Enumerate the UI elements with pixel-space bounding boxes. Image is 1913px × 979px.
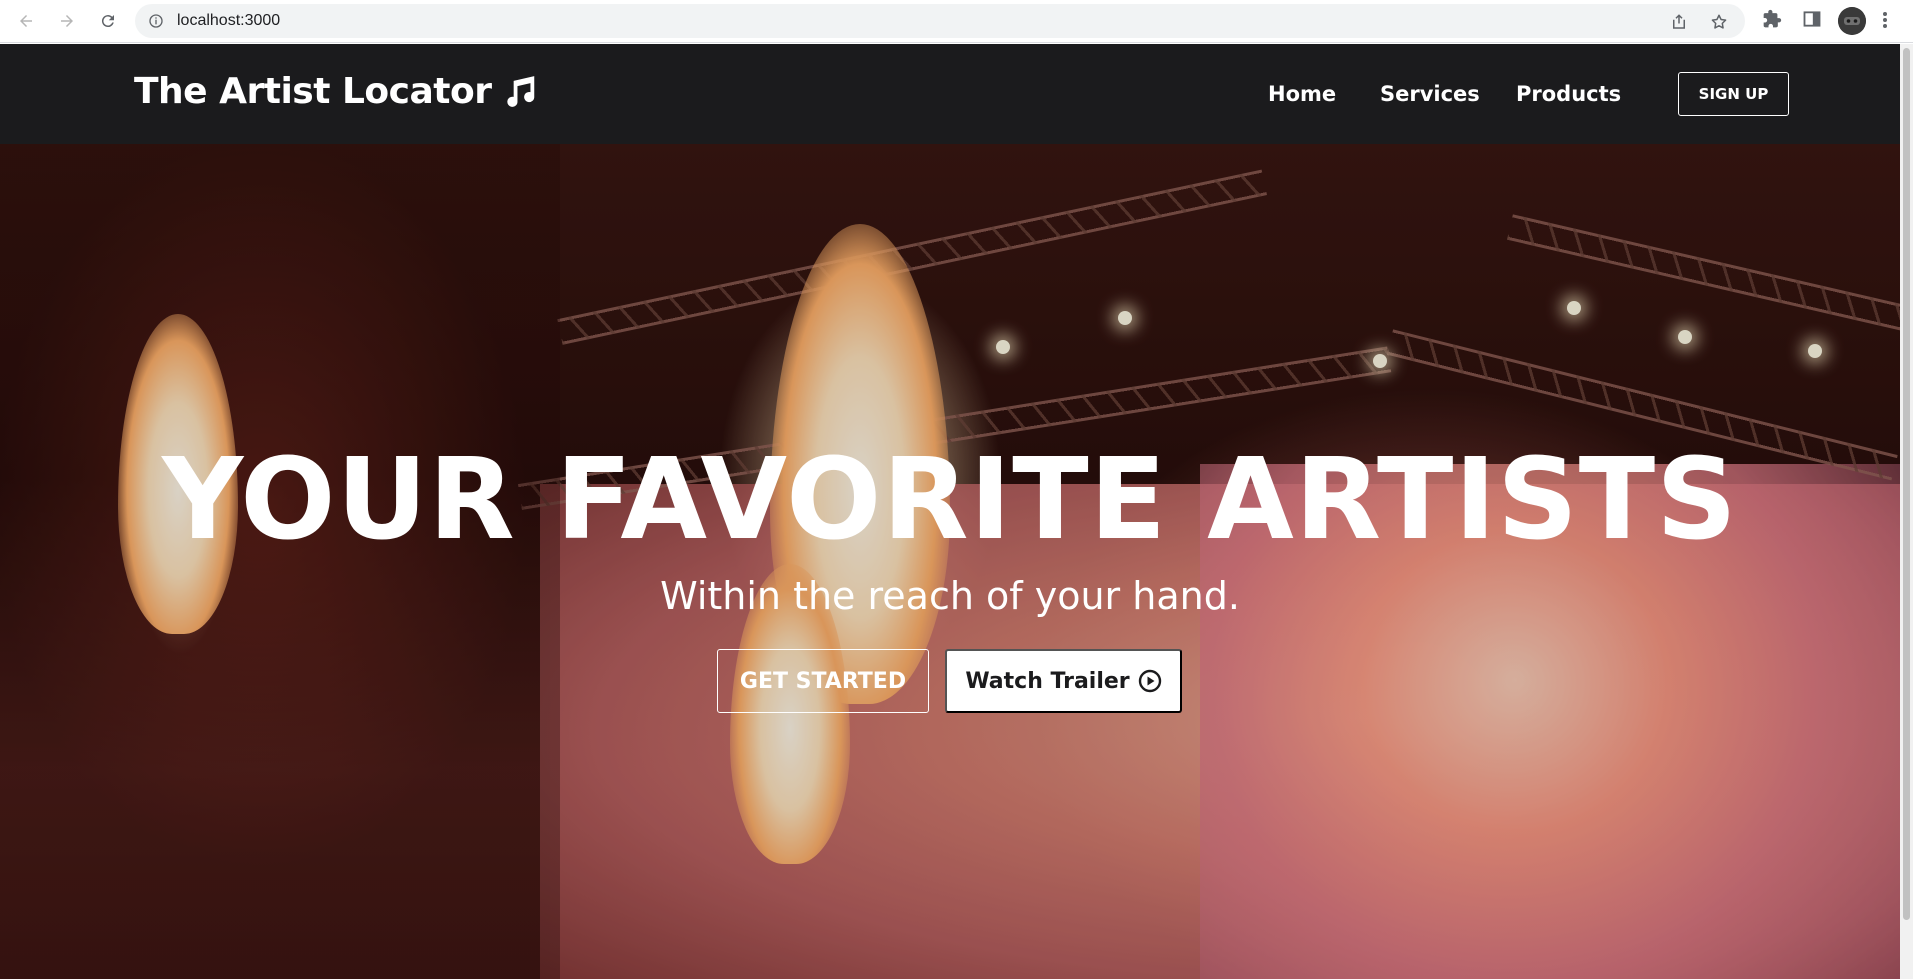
share-icon[interactable] [1670,13,1688,31]
nav-link-services[interactable]: Services [1380,82,1480,106]
page-viewport: The Artist Locator Home Services Product… [0,44,1900,979]
get-started-button[interactable]: GET STARTED [717,649,929,713]
watch-trailer-label: Watch Trailer [965,668,1130,694]
info-icon[interactable] [148,13,164,29]
kebab-menu-icon[interactable] [1882,10,1888,30]
site-navbar: The Artist Locator Home Services Product… [0,44,1900,144]
puzzle-icon[interactable] [1762,9,1782,29]
scrollbar-thumb[interactable] [1903,48,1910,920]
forward-button[interactable] [53,8,81,34]
watch-trailer-button[interactable]: Watch Trailer [945,649,1182,713]
url-text[interactable]: localhost:3000 [177,12,280,30]
nav-link-home[interactable]: Home [1268,82,1336,106]
back-button[interactable] [12,8,40,34]
arrow-right-icon [61,15,73,27]
music-note-icon [507,75,535,107]
avatar-image [1838,7,1866,35]
star-icon[interactable] [1710,13,1728,31]
side-panel-icon[interactable] [1802,9,1822,29]
hero-subtitle: Within the reach of your hand. [660,574,1240,618]
play-circle-icon [1138,669,1161,693]
profile-avatar[interactable] [1838,7,1866,35]
brand-name: The Artist Locator [134,71,492,112]
page-scrollbar[interactable] [1900,44,1913,979]
browser-toolbar: localhost:3000 [0,0,1913,43]
hero-title: YOUR FAVORITE ARTISTS [162,435,1738,565]
address-bar[interactable]: localhost:3000 [135,4,1745,38]
arrow-left-icon [20,15,32,27]
reload-button[interactable] [94,8,122,34]
reload-icon [101,15,114,28]
signup-button[interactable]: SIGN UP [1678,72,1789,116]
brand-logo[interactable]: The Artist Locator [134,71,539,112]
nav-link-products[interactable]: Products [1516,82,1621,106]
hero-section: YOUR FAVORITE ARTISTS Within the reach o… [0,144,1900,979]
